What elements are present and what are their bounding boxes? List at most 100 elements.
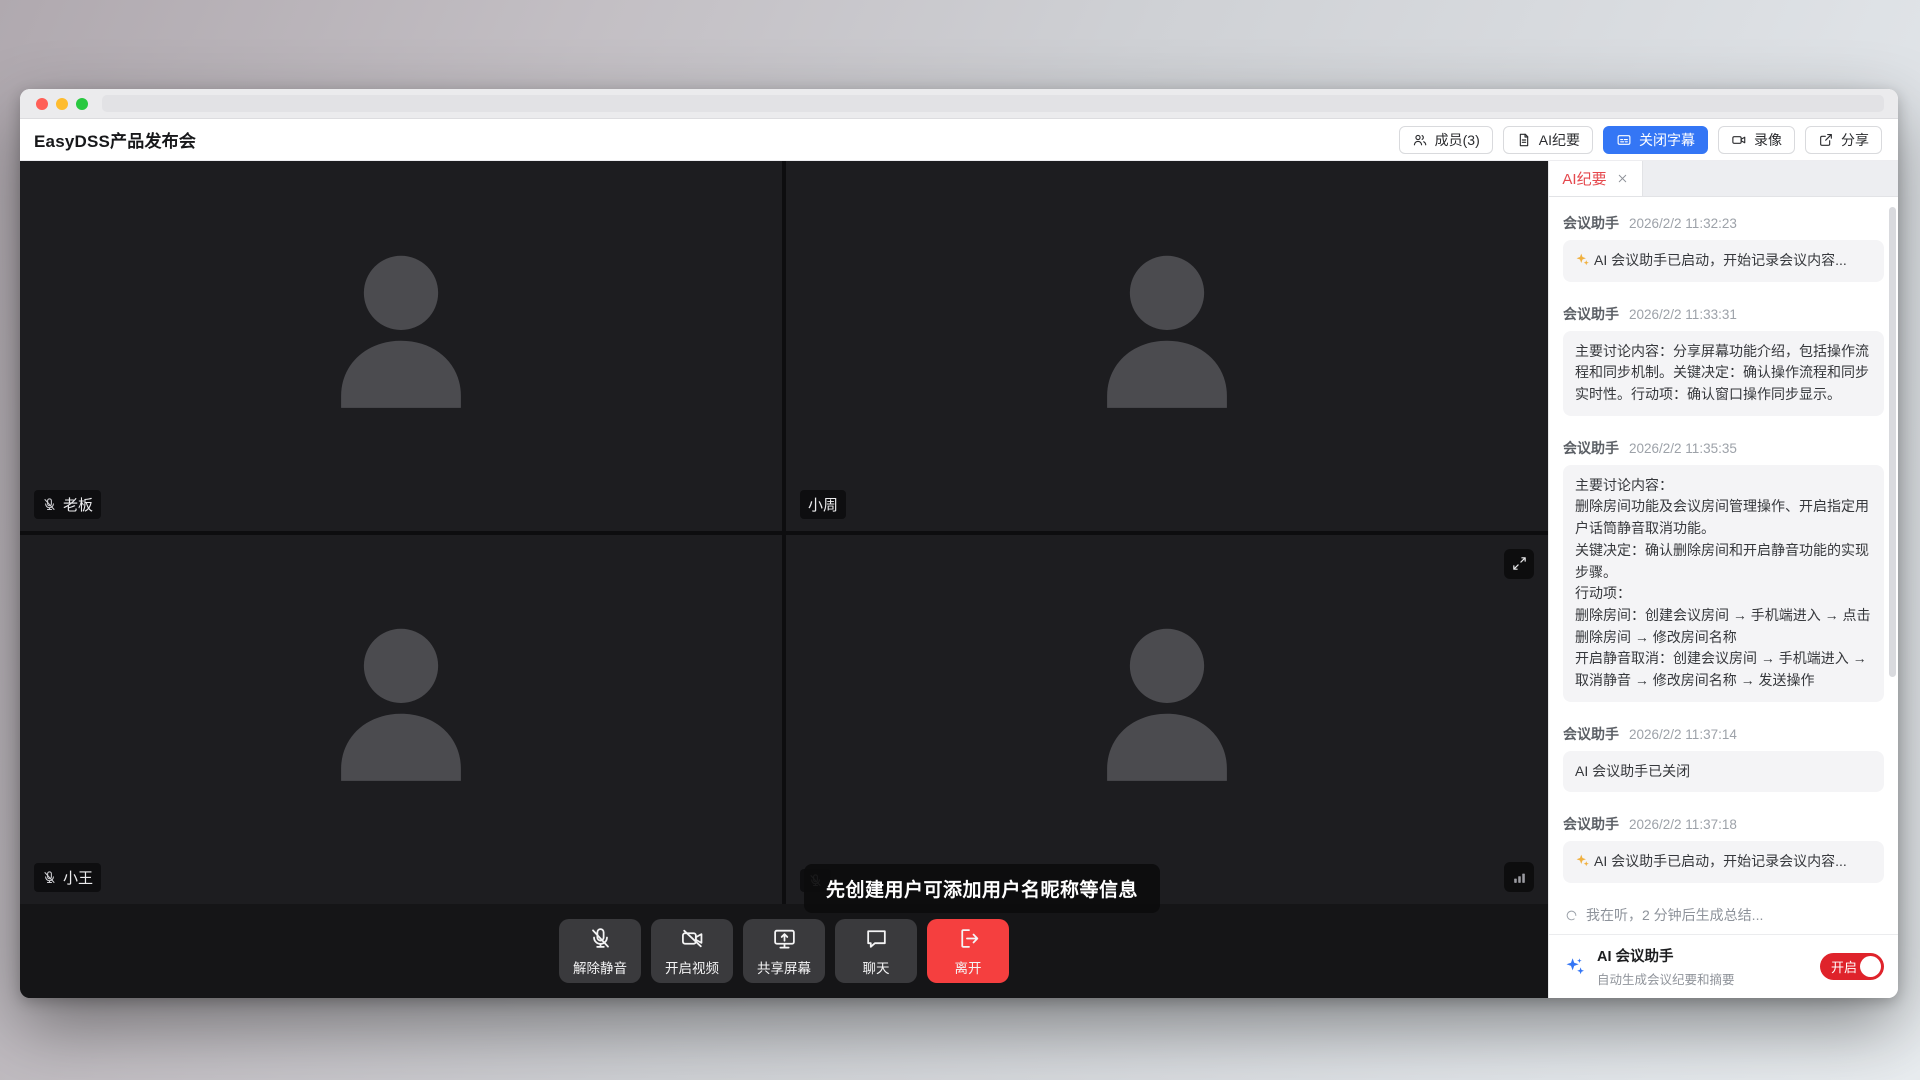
- close-captions-button[interactable]: 关闭字幕: [1603, 126, 1708, 154]
- record-button[interactable]: 录像: [1718, 126, 1795, 154]
- ai-minutes-button[interactable]: AI纪要: [1503, 126, 1593, 154]
- header-actions: 成员(3) AI纪要 关闭字幕 录像 分享: [1399, 126, 1882, 154]
- button-label: 成员(3): [1435, 130, 1480, 150]
- toggle-knob: [1860, 956, 1881, 977]
- call-toolbar: 解除静音 开启视频 共享屏幕 聊天 离开: [20, 904, 1548, 998]
- unmute-button[interactable]: 解除静音: [559, 919, 641, 983]
- video-area: 老板 小周小王 先创建用户可添加用户名昵称等信息 解除静音 开启视频 共享屏幕 聊天 离开: [20, 161, 1548, 998]
- app-header: EasyDSS产品发布会 成员(3) AI纪要 关闭字幕 录像 分享: [20, 119, 1898, 161]
- message-bubble: AI 会议助手已关闭: [1563, 751, 1884, 793]
- participant-name-tag: 小周: [800, 490, 846, 519]
- chat-icon: [864, 926, 889, 951]
- leave-button[interactable]: 离开: [927, 919, 1009, 983]
- video-grid: 老板 小周小王: [20, 161, 1548, 904]
- button-label: 聊天: [863, 957, 890, 977]
- participant-name-tag: 老板: [34, 490, 101, 519]
- button-label: 分享: [1841, 130, 1869, 150]
- screen-share-icon: [772, 926, 797, 951]
- window-controls: [36, 98, 88, 110]
- listening-status: 我在听，2 分钟后生成总结...: [1565, 905, 1884, 925]
- participant-name-tag: 小王: [34, 863, 101, 892]
- start-video-button[interactable]: 开启视频: [651, 919, 733, 983]
- sparkles-icon: [1563, 955, 1587, 979]
- participant-name: 小周: [808, 494, 838, 515]
- toggle-label: 开启: [1831, 957, 1857, 976]
- close-window-button[interactable]: [36, 98, 48, 110]
- assistant-subtitle: 自动生成会议纪要和摘要: [1597, 969, 1810, 988]
- message-bubble: 主要讨论内容：分享屏幕功能介绍，包括操作流程和同步机制。关键决定：确认操作流程和…: [1563, 331, 1884, 416]
- message-bubble: 主要讨论内容： 删除房间功能及会议房间管理操作、开启指定用户话筒静音取消功能。 …: [1563, 465, 1884, 702]
- share-button[interactable]: 分享: [1805, 126, 1882, 154]
- sidebar-tabstrip: AI纪要: [1549, 161, 1898, 197]
- person-avatar-icon: [286, 594, 516, 824]
- connection-stats-button[interactable]: [1504, 862, 1534, 892]
- participant-name: 小王: [63, 867, 93, 888]
- video-tile-小王[interactable]: 小王: [20, 535, 782, 905]
- assistant-message: 会议助手 2026/2/2 11:37:14 AI 会议助手已关闭: [1563, 724, 1884, 793]
- message-timestamp: 2026/2/2 11:35:35: [1629, 441, 1737, 456]
- person-avatar-icon: [1052, 594, 1282, 824]
- expand-icon: [1511, 555, 1528, 572]
- assistant-message: 会议助手 2026/2/2 11:33:31 主要讨论内容：分享屏幕功能介绍，包括操…: [1563, 304, 1884, 416]
- mic-off-icon: [588, 926, 613, 951]
- button-label: 开启视频: [665, 957, 719, 977]
- message-timestamp: 2026/2/2 11:37:18: [1629, 817, 1737, 832]
- document-icon: [1516, 132, 1532, 148]
- message-timestamp: 2026/2/2 11:37:14: [1629, 727, 1737, 742]
- assistant-info: AI 会议助手 自动生成会议纪要和摘要: [1597, 945, 1810, 988]
- mic-off-icon: [42, 870, 57, 885]
- message-bubble: AI 会议助手已启动，开始记录会议内容...: [1563, 240, 1884, 282]
- members-button[interactable]: 成员(3): [1399, 126, 1493, 154]
- sparkle-icon: [1575, 252, 1590, 267]
- sidebar-footer: AI 会议助手 自动生成会议纪要和摘要 开启: [1549, 934, 1898, 998]
- zoom-window-button[interactable]: [76, 98, 88, 110]
- message-sender: 会议助手: [1563, 304, 1619, 324]
- participant-name: 老板: [63, 494, 93, 515]
- minimize-window-button[interactable]: [56, 98, 68, 110]
- chat-button[interactable]: 聊天: [835, 919, 917, 983]
- assistant-title: AI 会议助手: [1597, 945, 1810, 966]
- assistant-message: 会议助手 2026/2/2 11:32:23 AI 会议助手已启动，开始记录会议内容…: [1563, 213, 1884, 282]
- message-timestamp: 2026/2/2 11:32:23: [1629, 216, 1737, 231]
- assistant-toggle[interactable]: 开启: [1820, 953, 1884, 980]
- message-sender: 会议助手: [1563, 213, 1619, 233]
- message-list: 会议助手 2026/2/2 11:32:23 AI 会议助手已启动，开始记录会议内容…: [1549, 197, 1898, 934]
- mic-off-icon: [42, 497, 57, 512]
- button-label: 离开: [955, 957, 982, 977]
- person-avatar-icon: [1052, 221, 1282, 451]
- video-tile-老板[interactable]: 老板: [20, 161, 782, 531]
- camera-icon: [1731, 132, 1747, 148]
- tab-ai-minutes[interactable]: AI纪要: [1549, 161, 1643, 196]
- video-tile-小周[interactable]: 小周: [786, 161, 1548, 531]
- button-label: 共享屏幕: [757, 957, 811, 977]
- people-icon: [1412, 132, 1428, 148]
- message-bubble: AI 会议助手已启动，开始记录会议内容...: [1563, 841, 1884, 883]
- message-timestamp: 2026/2/2 11:33:31: [1629, 307, 1737, 322]
- messages-container: 会议助手 2026/2/2 11:32:23 AI 会议助手已启动，开始记录会议内容…: [1563, 213, 1884, 883]
- expand-tile-button[interactable]: [1504, 549, 1534, 579]
- button-label: AI纪要: [1539, 130, 1580, 150]
- share-screen-button[interactable]: 共享屏幕: [743, 919, 825, 983]
- close-icon[interactable]: [1616, 172, 1629, 185]
- tab-label: AI纪要: [1562, 168, 1606, 189]
- button-label: 关闭字幕: [1639, 130, 1695, 150]
- page-title: EasyDSS产品发布会: [34, 127, 196, 152]
- message-sender: 会议助手: [1563, 438, 1619, 458]
- sparkle-icon: [1575, 853, 1590, 868]
- message-sender: 会议助手: [1563, 814, 1619, 834]
- sidebar-scrollbar[interactable]: [1889, 207, 1896, 677]
- tooltip: 先创建用户可添加用户名昵称等信息: [804, 864, 1160, 913]
- titlebar-strip: [102, 95, 1884, 112]
- leave-icon: [956, 926, 981, 951]
- assistant-message: 会议助手 2026/2/2 11:35:35 主要讨论内容： 删除房间功能及会议房间…: [1563, 438, 1884, 702]
- assistant-message: 会议助手 2026/2/2 11:37:18 AI 会议助手已启动，开始记录会议内容…: [1563, 814, 1884, 883]
- message-sender: 会议助手: [1563, 724, 1619, 744]
- app-window: EasyDSS产品发布会 成员(3) AI纪要 关闭字幕 录像 分享 老板 小周小王 先创…: [20, 89, 1898, 998]
- spinner-icon: [1565, 909, 1578, 922]
- button-label: 解除静音: [573, 957, 627, 977]
- stats-icon: [1511, 869, 1528, 886]
- content: 老板 小周小王 先创建用户可添加用户名昵称等信息 解除静音 开启视频 共享屏幕 聊天 离开…: [20, 161, 1898, 998]
- person-avatar-icon: [286, 221, 516, 451]
- video-tile-participant-4[interactable]: [786, 535, 1548, 905]
- caption-icon: [1616, 132, 1632, 148]
